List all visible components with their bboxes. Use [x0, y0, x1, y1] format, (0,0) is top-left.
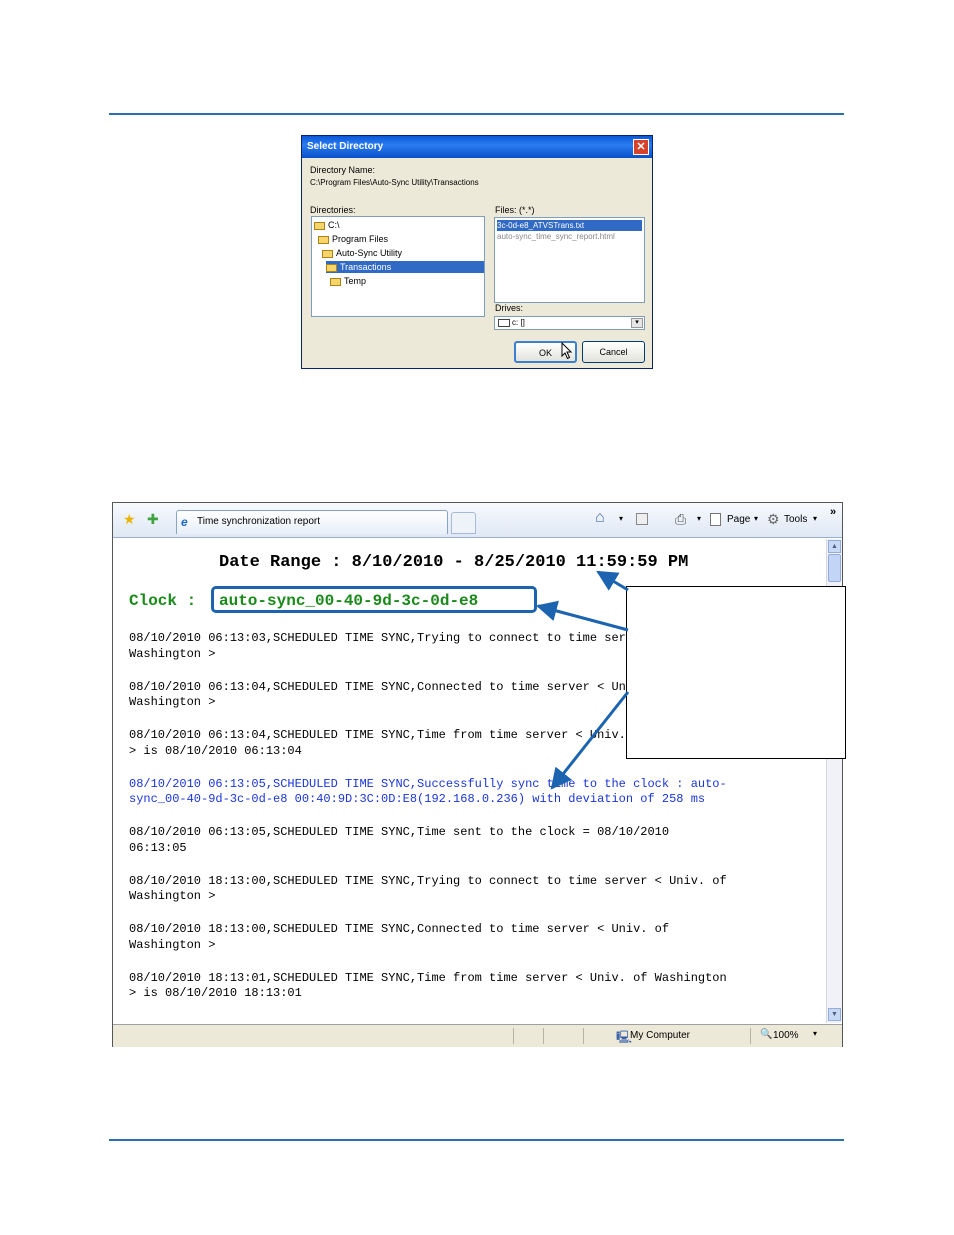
- page-menu[interactable]: Page: [727, 514, 750, 525]
- folder-icon: [314, 221, 325, 230]
- folder-icon: [318, 235, 329, 244]
- status-divider: [543, 1028, 544, 1044]
- browser-toolbar: ★ ✚ e Time synchronization report ⌂ ▾ ⎙ …: [113, 503, 842, 538]
- status-divider: [513, 1028, 514, 1044]
- favorites-star-icon[interactable]: ★: [123, 512, 136, 526]
- directory-item[interactable]: Auto-Sync Utility: [322, 247, 402, 259]
- select-directory-dialog: Select Directory ✕ Directory Name: C:\Pr…: [301, 135, 653, 369]
- add-favorite-icon[interactable]: ✚: [147, 512, 159, 526]
- cancel-label: Cancel: [599, 347, 628, 357]
- log-entry: 08/10/2010 18:13:00,SCHEDULED TIME SYNC,…: [129, 873, 727, 904]
- tools-menu[interactable]: Tools: [784, 514, 807, 525]
- chevron-down-icon[interactable]: ▾: [631, 318, 643, 328]
- directory-item[interactable]: Temp: [330, 275, 366, 287]
- tab-time-synchronization-report[interactable]: e Time synchronization report: [176, 510, 448, 534]
- footer-rule: [109, 1139, 844, 1141]
- status-bar: 🖳 My Computer 🔍 100% ▾: [113, 1024, 842, 1047]
- directory-item[interactable]: Program Files: [318, 233, 388, 245]
- security-zone: My Computer: [630, 1030, 691, 1041]
- dialog-title-bar: Select Directory ✕: [302, 136, 652, 158]
- log-entry: 08/10/2010 18:13:01,SCHEDULED TIME SYNC,…: [129, 970, 727, 1001]
- page-icon: [710, 513, 721, 526]
- feeds-icon[interactable]: [636, 513, 648, 525]
- tools-dropdown-icon[interactable]: ▾: [813, 514, 817, 523]
- zoom-icon: 🔍: [760, 1029, 773, 1040]
- date-range-heading: Date Range : 8/10/2010 - 8/25/2010 11:59…: [219, 553, 689, 572]
- home-icon[interactable]: ⌂: [595, 510, 605, 526]
- clock-label: Clock :: [129, 592, 197, 610]
- directory-item-label: C:\: [328, 220, 340, 230]
- directory-item-label: Auto-Sync Utility: [336, 248, 403, 258]
- files-label: Files: (*.*): [495, 205, 535, 215]
- file-item[interactable]: 3c-0d-e8_ATVSTrans.txt: [497, 220, 642, 231]
- directory-item-label: Program Files: [332, 234, 389, 244]
- directories-label: Directories:: [310, 205, 356, 215]
- zoom-level[interactable]: 100%: [773, 1030, 799, 1041]
- directory-item-label: Temp: [344, 276, 367, 286]
- home-dropdown-icon[interactable]: ▾: [619, 514, 623, 523]
- drive-value: c: []: [512, 318, 525, 327]
- file-item[interactable]: auto-sync_time_sync_report.html: [497, 231, 615, 242]
- clock-name-highlight-box: [211, 586, 537, 613]
- directory-item-label: Transactions: [340, 262, 392, 272]
- annotation-callout-box: [626, 586, 846, 759]
- mouse-cursor-icon: [561, 342, 573, 360]
- dialog-title: Select Directory: [307, 141, 384, 152]
- print-dropdown-icon[interactable]: ▾: [697, 514, 701, 523]
- folder-icon: [330, 277, 341, 286]
- folder-icon: [322, 249, 333, 258]
- directory-item[interactable]: C:\: [314, 219, 340, 231]
- status-divider: [583, 1028, 584, 1044]
- page-dropdown-icon[interactable]: ▾: [754, 514, 758, 523]
- header-rule: [109, 113, 844, 115]
- drives-select[interactable]: c: [] ▾: [494, 316, 645, 330]
- directory-item[interactable]: Transactions: [326, 261, 484, 273]
- folder-icon: [326, 263, 337, 272]
- close-icon[interactable]: ✕: [633, 139, 649, 155]
- scrollbar-thumb[interactable]: [828, 554, 841, 582]
- zoom-dropdown-icon[interactable]: ▾: [813, 1029, 817, 1038]
- drives-label: Drives:: [495, 303, 524, 313]
- browser-window: ★ ✚ e Time synchronization report ⌂ ▾ ⎙ …: [112, 502, 843, 1047]
- cancel-button[interactable]: Cancel: [582, 341, 645, 363]
- scroll-down-icon[interactable]: ▼: [828, 1008, 841, 1021]
- log-entry: 08/10/2010 18:13:00,SCHEDULED TIME SYNC,…: [129, 922, 670, 952]
- files-list[interactable]: 3c-0d-e8_ATVSTrans.txt auto-sync_time_syn…: [494, 217, 645, 303]
- directory-path: C:\Program Files\Auto-Sync Utility\Trans…: [310, 178, 479, 187]
- status-divider: [750, 1028, 751, 1044]
- toolbar-overflow-button[interactable]: »: [830, 506, 836, 518]
- log-entry: 08/10/2010 06:13:05,SCHEDULED TIME SYNC,…: [129, 825, 670, 855]
- scroll-up-icon[interactable]: ▲: [828, 540, 841, 553]
- drive-icon: [498, 318, 510, 327]
- ie-icon: e: [181, 515, 188, 529]
- directories-list[interactable]: C:\ Program Files Auto-Sync Utility Transac…: [311, 216, 485, 317]
- tab-title: Time synchronization report: [197, 516, 321, 527]
- log-entry: 08/10/2010 06:13:05,SCHEDULED TIME SYNC,…: [129, 776, 727, 807]
- gear-icon: ⚙: [767, 511, 780, 527]
- ok-label: OK: [538, 348, 552, 358]
- new-tab-button[interactable]: [451, 512, 476, 534]
- print-icon[interactable]: ⎙: [675, 512, 686, 526]
- directory-name-label: Directory Name:: [310, 165, 376, 175]
